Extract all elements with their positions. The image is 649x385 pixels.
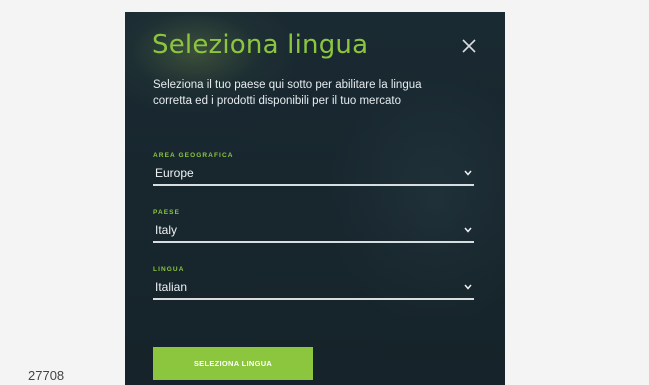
chevron-down-icon [464,227,472,233]
modal-intro-text: Seleziona il tuo paese qui sotto per abi… [153,79,422,107]
area-select-value: Europe [155,166,194,180]
language-select[interactable]: Italian [153,276,474,300]
select-language-button[interactable]: SELEZIONA LINGUA [153,347,313,380]
country-select-value: Italy [155,223,178,237]
close-icon [462,39,476,53]
modal-background-shade [125,12,505,385]
language-field-label: LINGUA [153,266,185,273]
language-modal: Seleziona lingua Seleziona il tuo paese … [125,12,505,385]
page: 27708 Seleziona lingua Seleziona il tuo … [0,0,649,385]
chevron-down-icon [464,170,472,176]
area-field-label: AREA GEOGRAFICA [153,152,234,159]
chevron-down-icon [464,284,472,290]
country-field-label: PAESE [153,209,181,216]
area-field: AREA GEOGRAFICA Europe [153,152,474,186]
close-button[interactable] [458,35,480,57]
country-select[interactable]: Italy [153,219,474,243]
modal-title: Seleziona lingua [152,30,369,60]
language-select-value: Italian [155,280,188,294]
area-select[interactable]: Europe [153,162,474,186]
language-field: LINGUA Italian [153,266,474,300]
country-field: PAESE Italy [153,209,474,243]
page-id-number: 27708 [28,368,65,383]
